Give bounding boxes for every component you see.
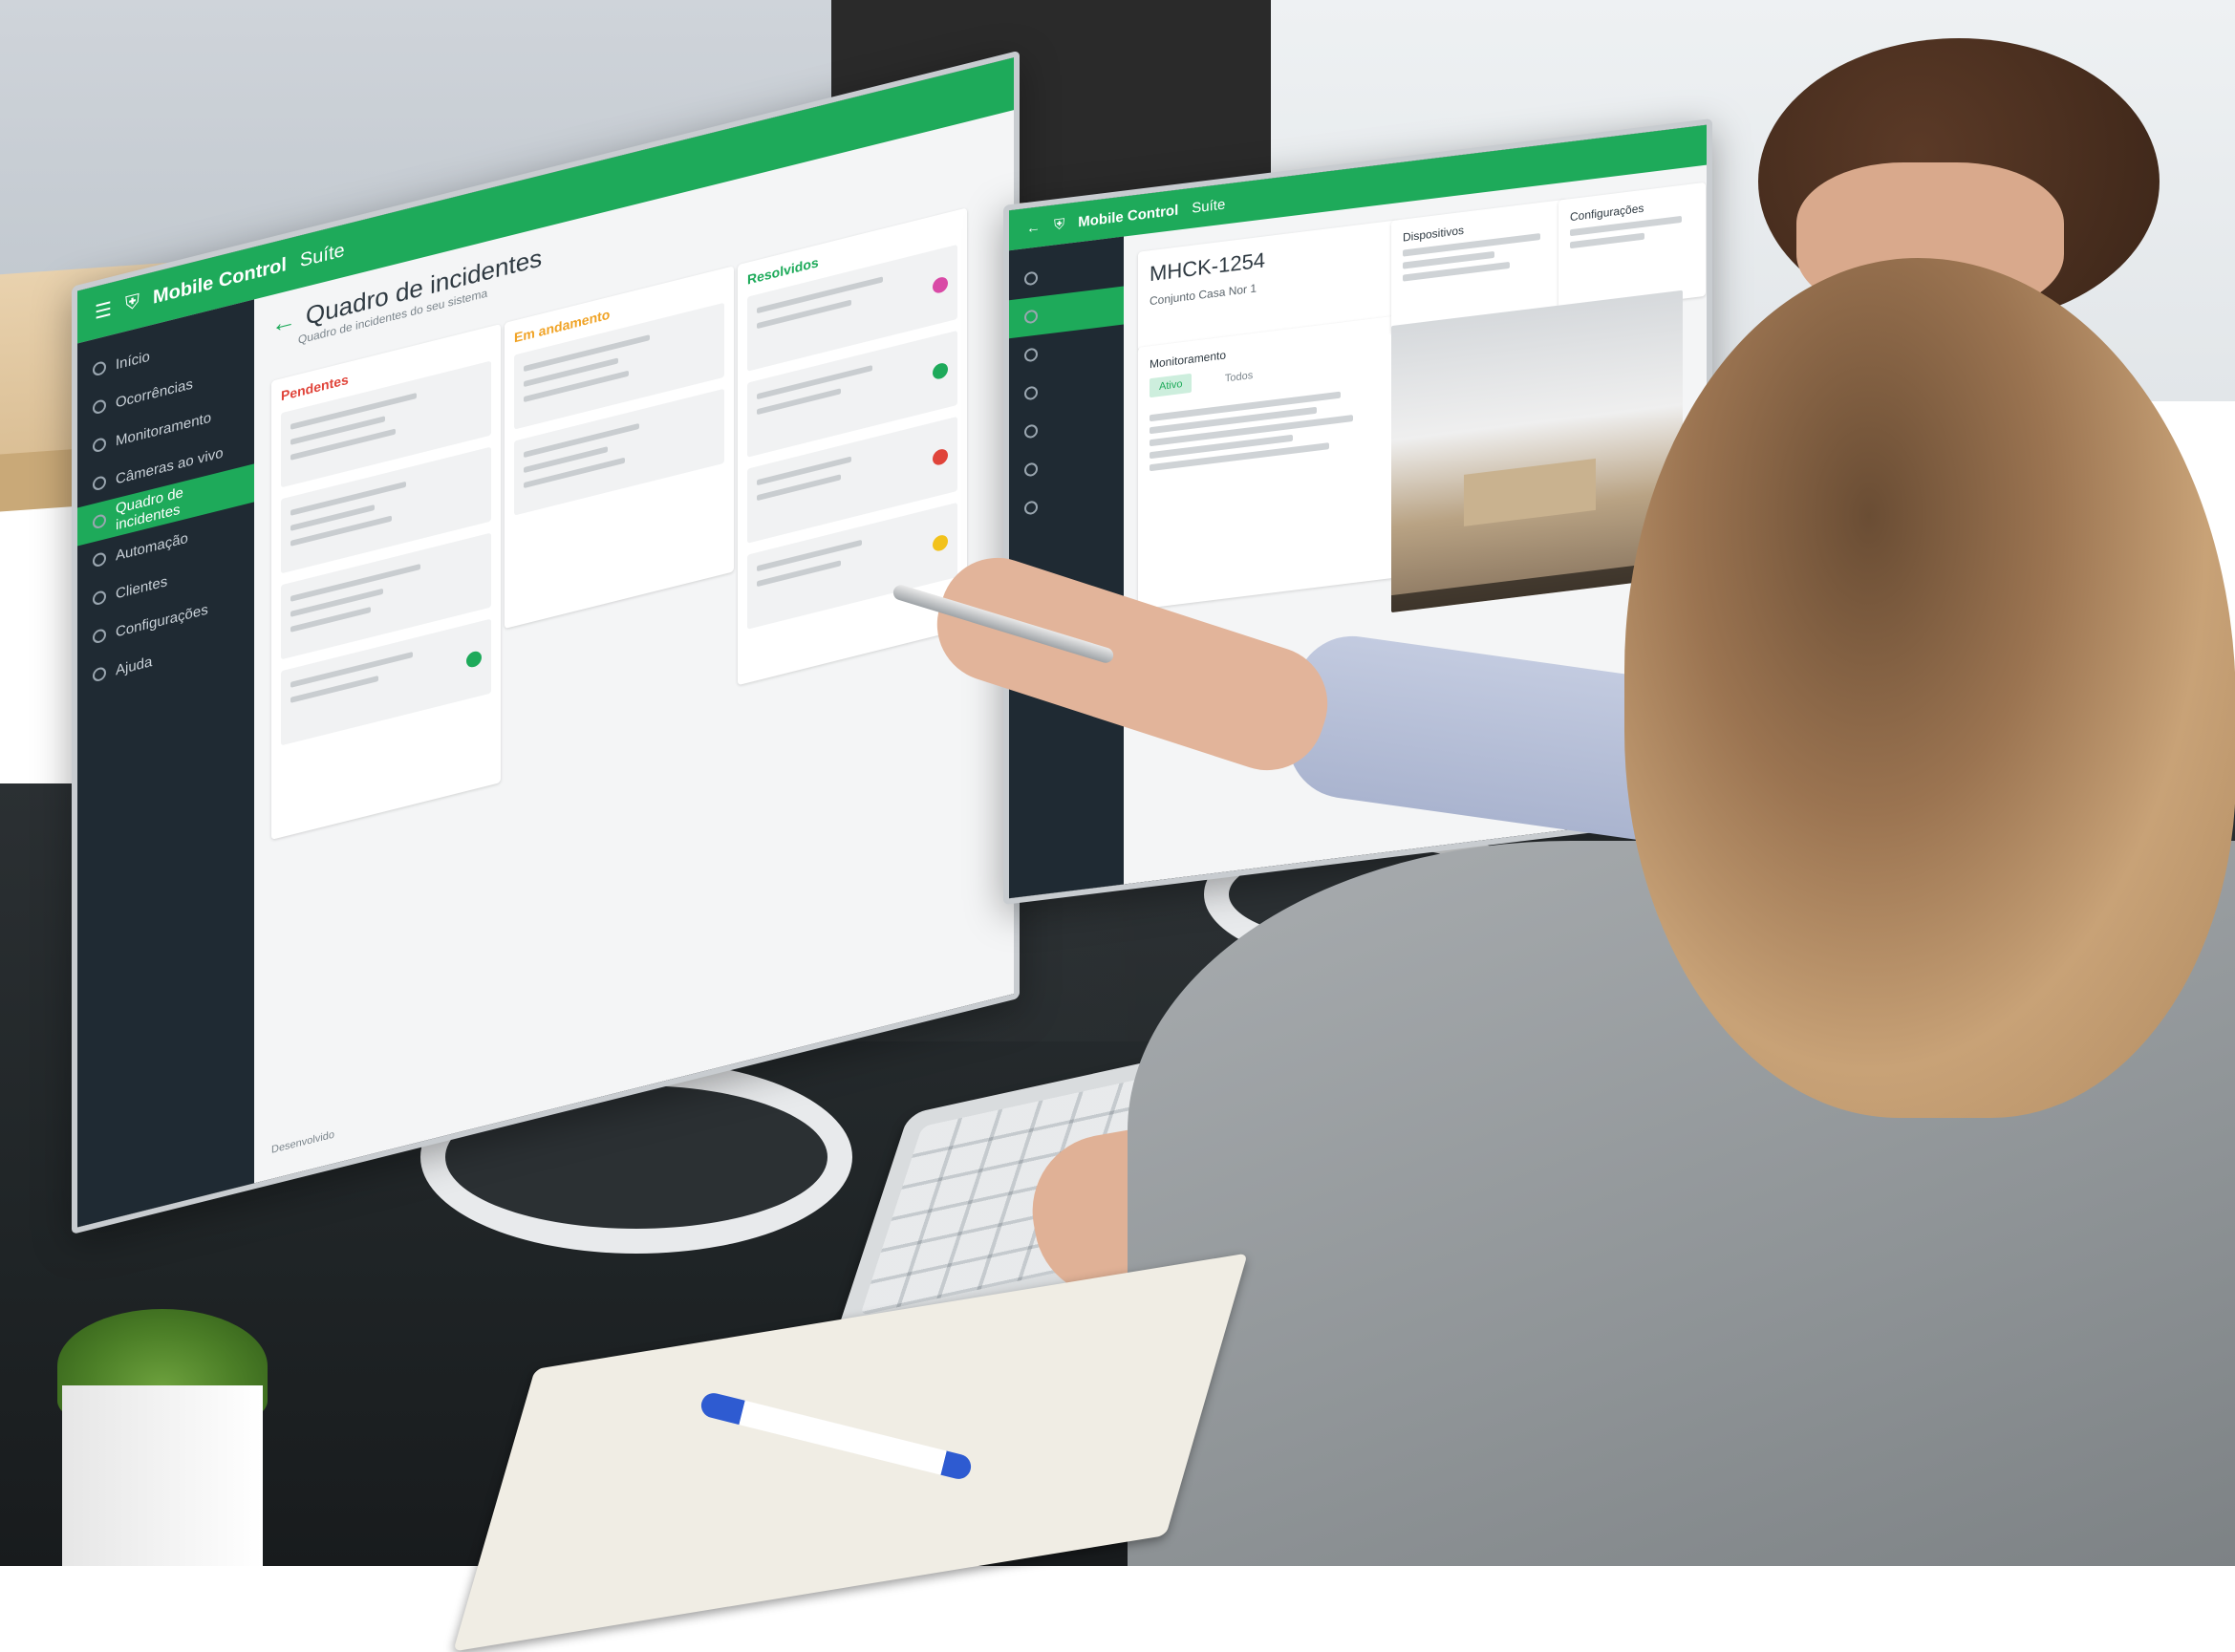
status-dot xyxy=(933,361,948,381)
home-icon xyxy=(1024,270,1038,287)
app-suffix: Suíte xyxy=(299,239,345,272)
main-content: ← Quadro de incidentes Quadro de inciden… xyxy=(254,110,1014,1183)
column-resolvidos: Resolvidos xyxy=(738,207,967,686)
logo-shield-icon: ⛨ xyxy=(1054,215,1065,233)
sidebar-item-label: Ajuda xyxy=(116,653,153,679)
list-icon xyxy=(93,398,106,416)
sidebar: Início Ocorrências Monitoramento Câmeras… xyxy=(77,299,254,1228)
settings-panel: Configurações xyxy=(1558,182,1706,314)
column-pendentes: Pendentes xyxy=(271,324,501,840)
camera-feed-scene xyxy=(1464,458,1596,526)
camera-icon xyxy=(93,475,106,492)
status-dot xyxy=(466,650,482,670)
app-suffix: Suíte xyxy=(1192,195,1226,217)
sidebar-item-label: Início xyxy=(116,348,150,374)
status-dot xyxy=(933,275,948,295)
menu-icon[interactable]: ☰ xyxy=(95,297,112,325)
logo-shield-icon: ⛨ xyxy=(124,290,140,316)
monitoring-card: Monitoramento Ativo Todos xyxy=(1138,315,1400,610)
camera-icon xyxy=(1024,385,1038,401)
back-arrow-icon[interactable]: ← xyxy=(271,304,296,339)
monitor-icon xyxy=(1024,347,1038,363)
user-icon xyxy=(93,590,106,607)
plant-pot xyxy=(62,1385,263,1566)
app-name: Mobile Control xyxy=(1078,201,1179,230)
board-icon xyxy=(93,513,106,530)
status-dot xyxy=(933,447,948,467)
back-arrow-icon[interactable]: ← xyxy=(1026,219,1041,237)
status-dot xyxy=(933,533,948,553)
automation-icon xyxy=(93,551,106,569)
list-icon xyxy=(1024,309,1038,325)
home-icon xyxy=(93,360,106,377)
tab-other[interactable]: Todos xyxy=(1225,370,1253,385)
tab-active[interactable]: Ativo xyxy=(1150,373,1193,398)
column-em-andamento: Em andamento xyxy=(505,266,734,630)
footer-label: Desenvolvido xyxy=(271,1128,335,1156)
monitor-icon xyxy=(93,437,106,454)
help-icon xyxy=(93,666,106,683)
gear-icon xyxy=(93,628,106,645)
help-icon xyxy=(1024,500,1038,516)
sidebar-item-label: Clientes xyxy=(116,572,168,603)
gear-icon xyxy=(1024,461,1038,478)
user-icon xyxy=(1024,423,1038,440)
